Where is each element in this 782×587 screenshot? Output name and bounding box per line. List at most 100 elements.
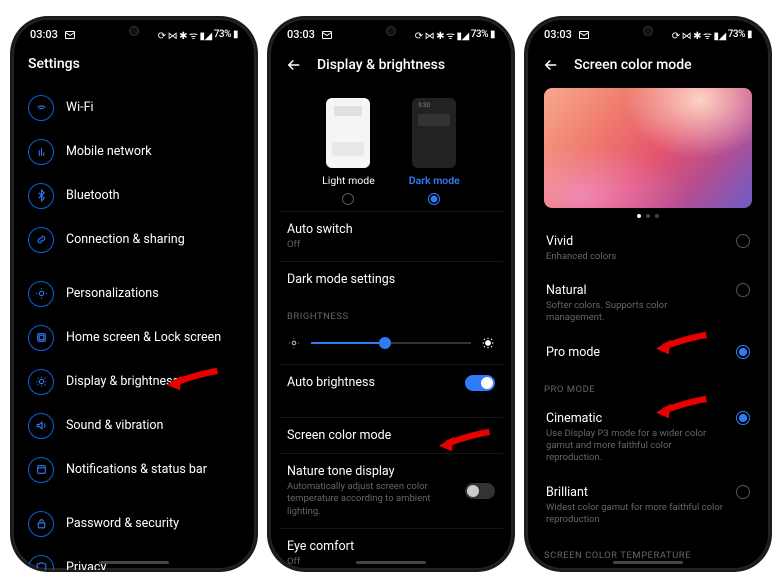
- phone-display: 03:03 ⟳ ⋈ ✱ ᯤ ▮◢ 73% ▮ Display & brightn…: [269, 18, 513, 570]
- back-button[interactable]: [285, 56, 303, 74]
- camera-notch: [643, 26, 653, 36]
- dark-mode-settings-row[interactable]: Dark mode settings: [279, 261, 503, 297]
- link-icon: [28, 227, 54, 253]
- settings-item-label: Notifications & status bar: [66, 462, 207, 477]
- settings-item-privacy[interactable]: Privacy: [22, 546, 246, 570]
- settings-item-label: Password & security: [66, 516, 179, 531]
- status-extra-icons: ⟳ ⋈ ✱ ᯤ ▮◢: [415, 28, 469, 42]
- page-title: Display & brightness: [317, 57, 445, 73]
- settings-item-sound[interactable]: Sound & vibration: [22, 404, 246, 448]
- settings-item-mobile[interactable]: Mobile network: [22, 130, 246, 174]
- battery-icon: ▮: [490, 29, 495, 40]
- radio[interactable]: [736, 283, 750, 297]
- settings-item-personalizations[interactable]: Personalizations: [22, 272, 246, 316]
- gmail-icon: [321, 29, 333, 41]
- auto-switch-row[interactable]: Auto switch Off: [279, 211, 503, 261]
- pagination-dots: [536, 214, 760, 218]
- auto-switch-value: Off: [287, 239, 495, 251]
- dot[interactable]: [637, 214, 641, 218]
- brightness-slider-thumb[interactable]: [379, 337, 391, 349]
- nature-tone-sub: Automatically adjust screen color temper…: [287, 481, 457, 518]
- auto-switch-label: Auto switch: [287, 222, 495, 237]
- eye-comfort-label: Eye comfort: [287, 539, 495, 554]
- brightness-slider-row: [279, 328, 503, 364]
- theme-mode-picker: Light mode Dark mode: [279, 88, 503, 211]
- auto-brightness-label: Auto brightness: [287, 375, 375, 390]
- screen-color-mode-label: Screen color mode: [287, 428, 495, 443]
- dot[interactable]: [655, 214, 659, 218]
- notification-icon: [28, 457, 54, 483]
- brightness-section-title: BRIGHTNESS: [279, 297, 503, 328]
- settings-item-notifications[interactable]: Notifications & status bar: [22, 448, 246, 492]
- gesture-bar[interactable]: [613, 561, 683, 564]
- auto-brightness-toggle[interactable]: [465, 375, 495, 391]
- bluetooth-icon: [28, 183, 54, 209]
- dark-mode-settings-label: Dark mode settings: [287, 272, 495, 287]
- light-mode-thumb: [326, 98, 370, 168]
- radio[interactable]: [736, 345, 750, 359]
- phone-settings: 03:03 ⟳ ⋈ ✱ ᯤ ▮◢ 73% ▮ Settings Wi-Fi Mo…: [12, 18, 256, 570]
- nature-tone-label: Nature tone display: [287, 464, 457, 479]
- pro-mode-section-title: PRO MODE: [536, 370, 760, 401]
- settings-list: Wi-Fi Mobile network Bluetooth Connectio…: [12, 86, 256, 570]
- dark-mode-radio[interactable]: [428, 193, 440, 205]
- settings-item-display[interactable]: Display & brightness: [22, 360, 246, 404]
- dark-mode-option[interactable]: Dark mode: [409, 98, 460, 205]
- settings-item-bluetooth[interactable]: Bluetooth: [22, 174, 246, 218]
- nature-tone-toggle[interactable]: [465, 483, 495, 499]
- status-extra-icons: ⟳ ⋈ ✱ ᯤ ▮◢: [672, 28, 726, 42]
- brightness-slider[interactable]: [311, 342, 471, 344]
- radio[interactable]: [736, 411, 750, 425]
- option-sub: Enhanced colors: [546, 251, 726, 263]
- light-mode-label: Light mode: [322, 174, 375, 187]
- option-vivid[interactable]: Vivid Enhanced colors: [536, 224, 760, 273]
- option-brilliant[interactable]: Brilliant Widest color gamut for more fa…: [536, 475, 760, 537]
- settings-item-label: Personalizations: [66, 286, 159, 301]
- gmail-icon: [578, 29, 590, 41]
- option-label: Vivid: [546, 234, 726, 249]
- camera-notch: [129, 26, 139, 36]
- back-button[interactable]: [542, 56, 560, 74]
- dot[interactable]: [646, 214, 650, 218]
- option-pro-mode[interactable]: Pro mode: [536, 335, 760, 370]
- page-title: Settings: [12, 46, 256, 86]
- gesture-bar[interactable]: [356, 561, 426, 564]
- option-sub: Softer colors. Supports color management…: [546, 300, 726, 325]
- settings-item-home[interactable]: Home screen & Lock screen: [22, 316, 246, 360]
- status-time: 03:03: [30, 28, 58, 41]
- wallpaper-icon: [28, 281, 54, 307]
- settings-item-wifi[interactable]: Wi-Fi: [22, 86, 246, 130]
- option-label: Cinematic: [546, 411, 726, 426]
- option-natural[interactable]: Natural Softer colors. Supports color ma…: [536, 273, 760, 335]
- option-label: Pro mode: [546, 345, 726, 360]
- settings-item-label: Bluetooth: [66, 188, 120, 203]
- wifi-icon: [28, 95, 54, 121]
- brightness-high-icon: [481, 336, 495, 350]
- option-sub: Use Display P3 mode for a wider color ga…: [546, 428, 726, 465]
- light-mode-radio[interactable]: [342, 193, 354, 205]
- privacy-icon: [28, 555, 54, 570]
- gesture-bar[interactable]: [99, 561, 169, 564]
- sound-icon: [28, 413, 54, 439]
- auto-brightness-row[interactable]: Auto brightness: [279, 364, 503, 401]
- nature-tone-row[interactable]: Nature tone display Automatically adjust…: [279, 453, 503, 528]
- radio[interactable]: [736, 485, 750, 499]
- header: Screen color mode: [526, 46, 770, 88]
- camera-notch: [386, 26, 396, 36]
- status-extra-icons: ⟳ ⋈ ✱ ᯤ ▮◢: [158, 28, 212, 42]
- brightness-low-icon: [287, 336, 301, 350]
- option-label: Brilliant: [546, 485, 726, 500]
- status-battery: 73%: [214, 29, 231, 40]
- option-cinematic[interactable]: Cinematic Use Display P3 mode for a wide…: [536, 401, 760, 475]
- page-title: Screen color mode: [574, 57, 692, 73]
- option-label: Natural: [546, 283, 726, 298]
- home-icon: [28, 325, 54, 351]
- radio[interactable]: [736, 234, 750, 248]
- settings-item-security[interactable]: Password & security: [22, 502, 246, 546]
- settings-item-label: Sound & vibration: [66, 418, 163, 433]
- settings-item-connection[interactable]: Connection & sharing: [22, 218, 246, 262]
- screen-color-mode-row[interactable]: Screen color mode: [279, 417, 503, 453]
- color-preview-image[interactable]: [544, 88, 752, 208]
- settings-item-label: Home screen & Lock screen: [66, 330, 221, 345]
- light-mode-option[interactable]: Light mode: [322, 98, 375, 205]
